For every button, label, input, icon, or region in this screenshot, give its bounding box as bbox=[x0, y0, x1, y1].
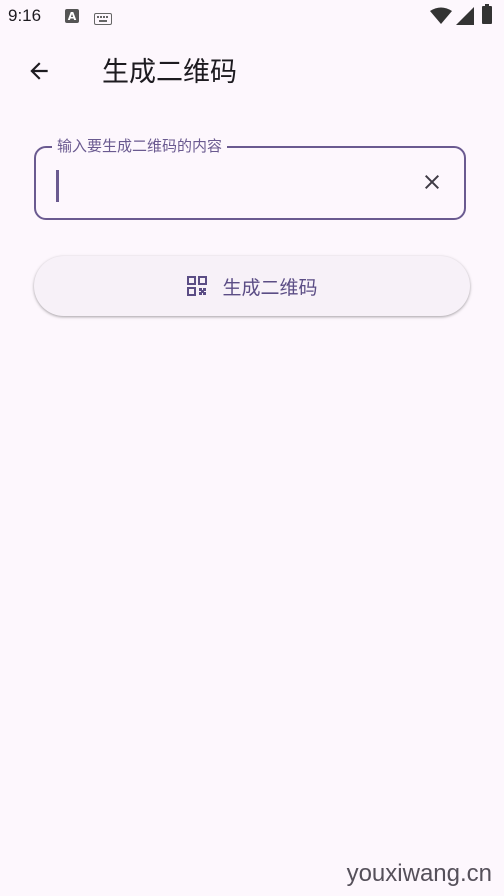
arrow-left-icon bbox=[26, 58, 52, 88]
clear-button[interactable] bbox=[414, 166, 450, 202]
text-caret bbox=[56, 170, 59, 202]
content-field-label: 输入要生成二维码的内容 bbox=[52, 137, 228, 155]
watermark: youxiwang.cn bbox=[346, 860, 492, 887]
generate-button-label: 生成二维码 bbox=[222, 276, 318, 299]
keyboard-icon bbox=[94, 10, 112, 29]
wifi-icon bbox=[430, 7, 452, 29]
app-bar: 生成二维码 bbox=[0, 40, 504, 106]
content-text-field[interactable]: 输入要生成二维码的内容 bbox=[34, 137, 466, 220]
back-button[interactable] bbox=[17, 51, 61, 95]
close-icon bbox=[420, 170, 444, 198]
content-input[interactable] bbox=[54, 156, 394, 210]
battery-icon bbox=[482, 4, 492, 28]
status-bar: 9:16 A bbox=[0, 0, 504, 34]
qr-code-icon bbox=[186, 275, 208, 297]
font-a-icon: A bbox=[64, 8, 80, 28]
svg-text:A: A bbox=[68, 10, 77, 23]
page-title: 生成二维码 bbox=[102, 57, 237, 88]
generate-qr-button[interactable]: 生成二维码 bbox=[34, 256, 470, 316]
screen: 9:16 A 生成二维码 输入要生成二维码的内容 生成二维码 youxiwang… bbox=[0, 0, 504, 896]
status-time: 9:16 bbox=[8, 6, 42, 25]
signal-icon bbox=[456, 7, 474, 29]
